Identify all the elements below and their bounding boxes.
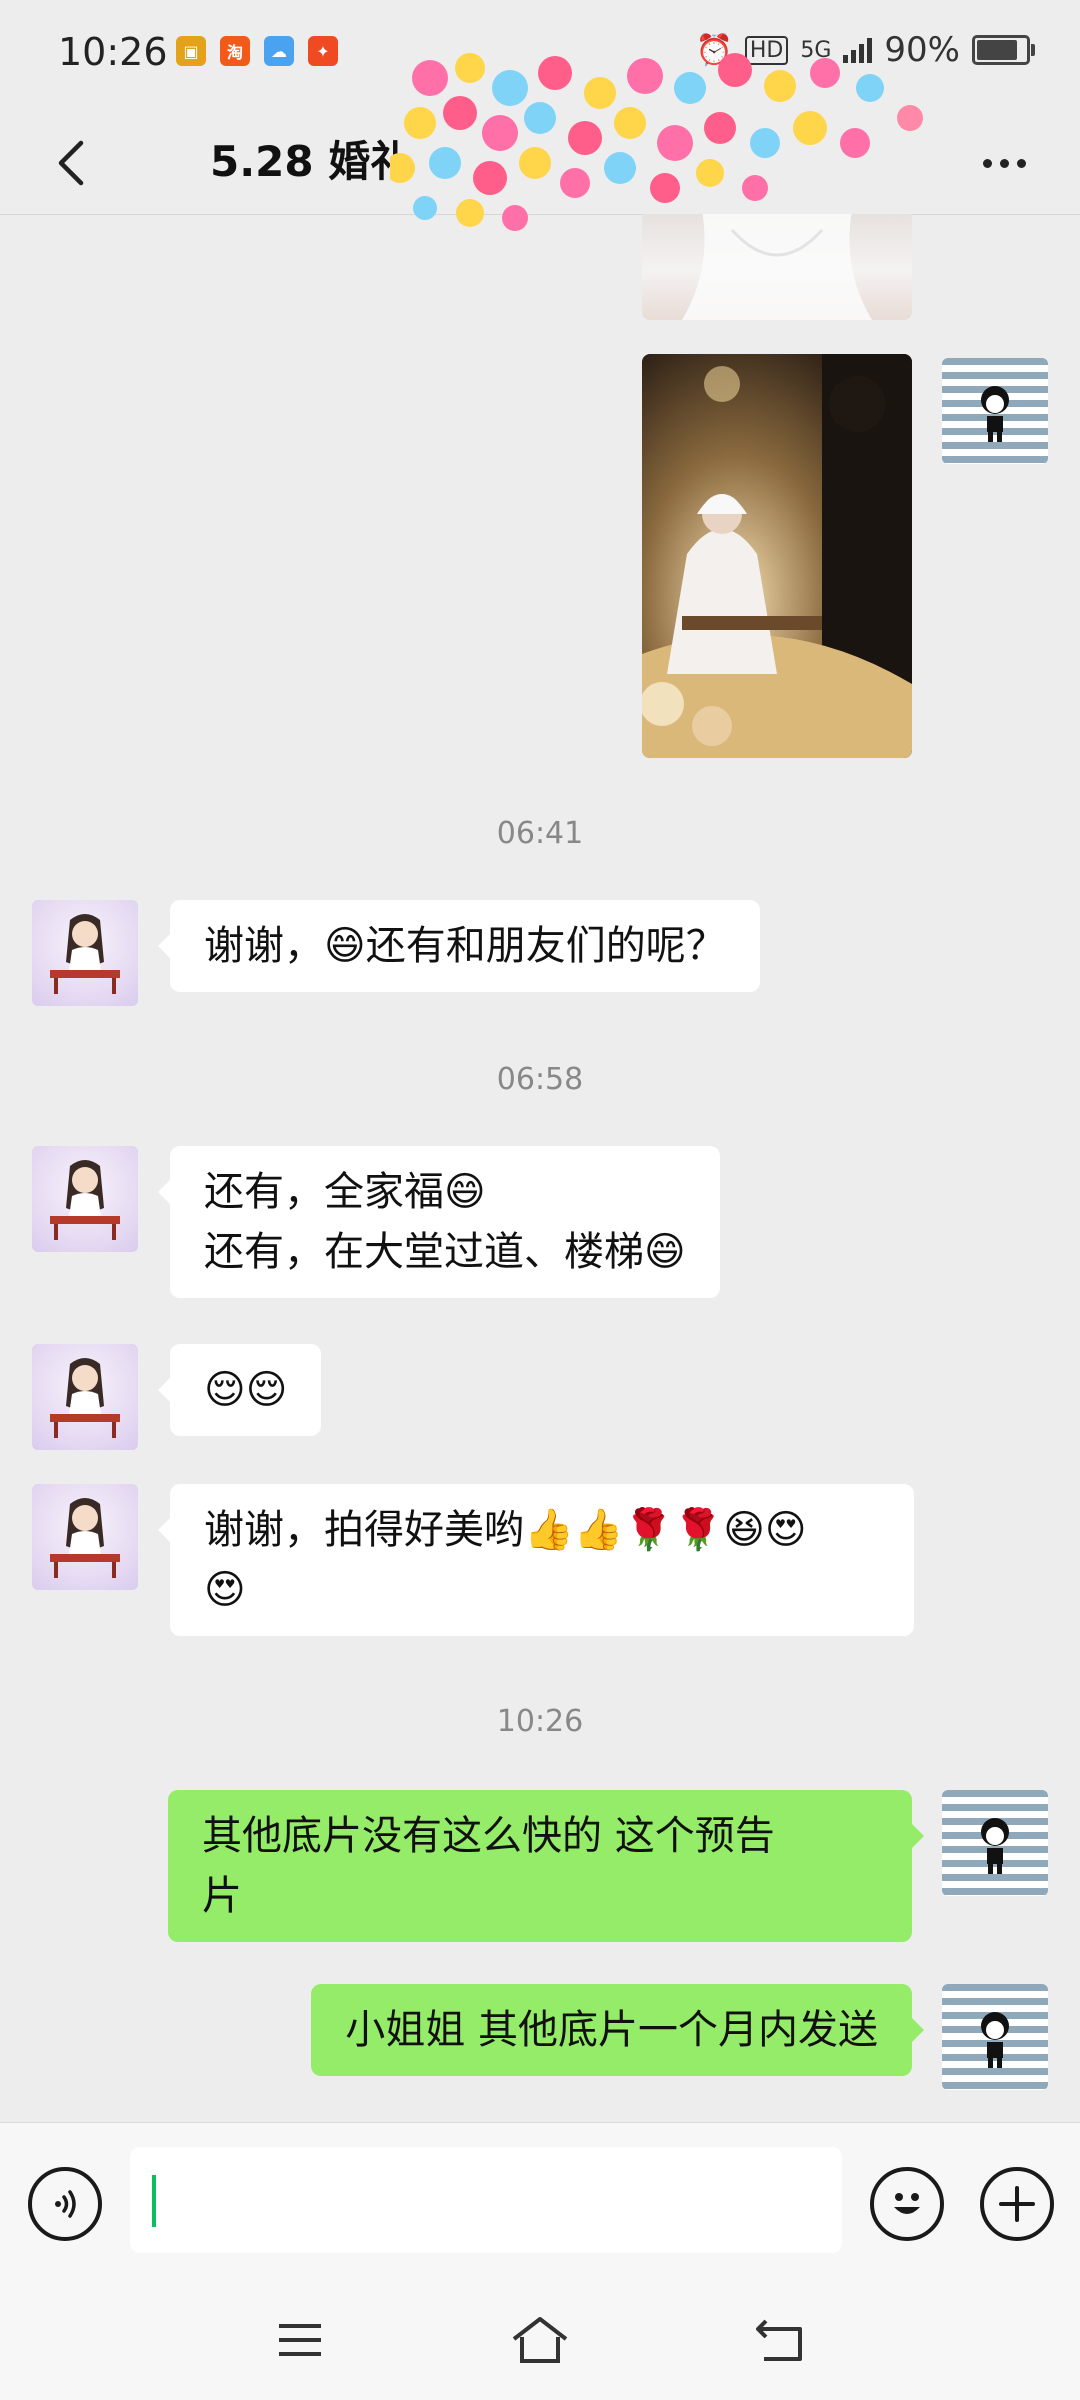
contact-avatar[interactable] xyxy=(32,1146,138,1252)
status-app-icons: ▣ 淘 ☁ ✦ xyxy=(176,36,338,66)
message-bubble-sent[interactable]: 其他底片没有这么快的 这个预告 片 xyxy=(168,1790,924,1942)
my-avatar[interactable] xyxy=(942,358,1048,464)
more-button[interactable] xyxy=(964,128,1044,198)
battery-fill xyxy=(977,40,1017,60)
plus-icon xyxy=(999,2186,1035,2222)
text-cursor xyxy=(152,2175,156,2227)
plus-button[interactable] xyxy=(980,2167,1054,2241)
taobao-icon: 淘 xyxy=(220,36,250,66)
more-dot xyxy=(982,158,992,168)
emoji-button[interactable] xyxy=(870,2167,944,2241)
message-bubble-received[interactable]: 谢谢，拍得好美哟👍👍🌹🌹😆😍 😍 xyxy=(158,1484,914,1636)
status-bar: 10:26 ▣ 淘 ☁ ✦ ⏰ HD 5G 90% xyxy=(0,0,1080,110)
signal-icon xyxy=(843,37,873,63)
girl-guzheng-avatar-icon xyxy=(50,914,120,994)
chevron-left-icon xyxy=(58,140,84,186)
app-notification-icon: ☁ xyxy=(264,36,294,66)
contact-avatar[interactable] xyxy=(32,1344,138,1450)
my-avatar[interactable] xyxy=(942,1984,1048,2090)
message-bubble-sent[interactable]: 小姐姐 其他底片一个月内发送 xyxy=(311,1984,924,2076)
image-message-wedding-dress[interactable] xyxy=(642,214,912,320)
network-type: 5G xyxy=(800,37,832,63)
status-time: 10:26 xyxy=(58,30,168,74)
more-dot xyxy=(999,158,1009,168)
chat-title: 5.28 婚礼 xyxy=(210,137,413,186)
avatar-cartoon-icon xyxy=(981,386,1009,442)
girl-guzheng-avatar-icon xyxy=(50,1358,120,1438)
back-icon xyxy=(756,2319,802,2361)
battery-icon xyxy=(972,35,1035,65)
alarm-icon: ⏰ xyxy=(695,32,733,68)
return-button[interactable] xyxy=(740,2310,820,2370)
chat-header: 5.28 婚礼 xyxy=(0,110,1080,215)
wedding-dress-image xyxy=(682,214,872,320)
status-indicators: ⏰ HD 5G 90% xyxy=(695,30,1035,70)
chat-area[interactable]: 06:41 谢谢，😄还有和朋友们的呢？ 06:58 还有，全家福😄 还有，在大堂… xyxy=(0,214,1080,2122)
girl-guzheng-avatar-icon xyxy=(50,1160,120,1240)
menu-button[interactable] xyxy=(260,2310,340,2370)
timestamp: 10:26 xyxy=(496,1704,584,1739)
message-bubble-received[interactable]: 谢谢，😄还有和朋友们的呢？ xyxy=(158,900,760,992)
emoji-icon xyxy=(894,2193,920,2214)
contact-avatar[interactable] xyxy=(32,900,138,1006)
hd-icon: HD xyxy=(744,35,789,65)
notification-app-icon: ▣ xyxy=(176,36,206,66)
avatar-cartoon-icon xyxy=(981,2012,1009,2068)
contact-avatar[interactable] xyxy=(32,1484,138,1590)
girl-guzheng-avatar-icon xyxy=(50,1498,120,1578)
menu-icon xyxy=(279,2324,321,2356)
image-message-bride-guzheng[interactable] xyxy=(642,354,912,758)
alibaba-icon: ✦ xyxy=(308,36,338,66)
voice-icon xyxy=(55,2190,76,2218)
message-bubble-received[interactable]: 😌😌 xyxy=(157,1344,322,1436)
home-button[interactable] xyxy=(500,2310,580,2370)
more-dot xyxy=(1016,158,1026,168)
system-navigation-bar xyxy=(0,2280,1080,2400)
my-avatar[interactable] xyxy=(942,1790,1048,1896)
home-icon xyxy=(512,2317,568,2363)
message-input[interactable] xyxy=(130,2147,842,2253)
message-bubble-received[interactable]: 还有，全家福😄 还有，在大堂过道、楼梯😄 xyxy=(158,1146,720,1298)
bride-guzheng-image xyxy=(642,354,912,758)
input-bar xyxy=(0,2122,1080,2281)
timestamp: 06:41 xyxy=(496,816,584,851)
voice-button[interactable] xyxy=(28,2167,102,2241)
timestamp: 06:58 xyxy=(496,1062,584,1097)
back-button[interactable] xyxy=(36,128,106,198)
avatar-cartoon-icon xyxy=(981,1818,1009,1874)
battery-percent: 90% xyxy=(884,30,960,70)
